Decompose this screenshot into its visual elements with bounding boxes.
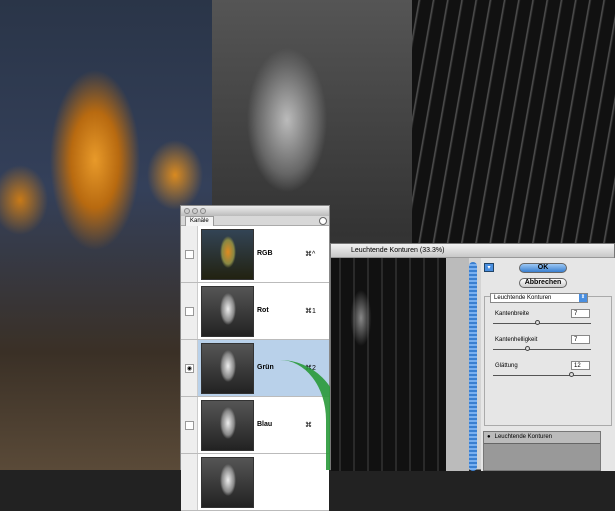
channel-name: Rot xyxy=(257,307,269,314)
filter-param: Kantenhelligkeit 7 xyxy=(493,335,591,355)
channel-thumbnail xyxy=(201,400,254,451)
param-slider-handle[interactable] xyxy=(535,320,541,325)
param-value-input[interactable]: 12 xyxy=(571,361,590,370)
filter-select[interactable]: Leuchtende Konturen ⇕ xyxy=(490,293,588,303)
filter-param: Glättung 12 xyxy=(493,361,591,381)
eye-icon[interactable]: ● xyxy=(487,434,491,441)
channel-name: Blau xyxy=(257,421,273,428)
param-label: Glättung xyxy=(495,363,518,369)
visibility-toggle[interactable] xyxy=(181,397,198,453)
param-slider-handle[interactable] xyxy=(525,346,531,351)
minimize-icon[interactable] xyxy=(192,208,198,214)
tab-channels[interactable]: Kanäle xyxy=(185,216,214,226)
channel-thumbnail xyxy=(201,343,254,394)
filter-param: Kantenbreite 7 xyxy=(493,309,591,329)
channel-shortcut: ⌘1 xyxy=(305,308,316,315)
scrollbar[interactable] xyxy=(469,262,477,471)
panel-menu-icon[interactable] xyxy=(319,217,327,225)
channel-thumbnail xyxy=(201,286,254,337)
channel-name: Grün xyxy=(257,364,274,371)
channel-row[interactable]: Rot ⌘1 xyxy=(181,283,329,340)
chevron-updown-icon: ⇕ xyxy=(579,294,587,302)
collapse-icon[interactable]: ▾ xyxy=(484,263,494,272)
effect-layers-list: ● Leuchtende Konturen xyxy=(483,431,601,471)
zoom-icon[interactable] xyxy=(200,208,206,214)
param-label: Kantenhelligkeit xyxy=(495,337,538,343)
eye-icon: ◉ xyxy=(185,364,194,373)
visibility-toggle[interactable] xyxy=(181,226,198,282)
close-icon[interactable] xyxy=(184,208,190,214)
panel-titlebar[interactable] xyxy=(181,206,329,216)
checkbox-icon xyxy=(185,307,194,316)
ok-button[interactable]: OK xyxy=(519,263,567,273)
channel-name: RGB xyxy=(257,250,273,257)
cancel-button[interactable]: Abbrechen xyxy=(519,278,567,288)
effect-layer[interactable]: ● Leuchtende Konturen xyxy=(484,432,600,444)
checkbox-icon xyxy=(185,250,194,259)
channel-row[interactable]: RGB ⌘^ xyxy=(181,226,329,283)
filter-preview[interactable] xyxy=(331,258,446,471)
dialog-title: Leuchtende Konturen (33.3%) xyxy=(331,244,614,258)
param-slider-track[interactable] xyxy=(493,349,591,350)
param-slider-handle[interactable] xyxy=(569,372,575,377)
filter-dialog: Leuchtende Konturen (33.3%) ▾ OK Abbrech… xyxy=(330,243,615,471)
channel-shortcut: ⌘^ xyxy=(305,251,316,258)
visibility-toggle[interactable]: ◉ xyxy=(181,340,198,396)
param-value-input[interactable]: 7 xyxy=(571,335,590,344)
visibility-toggle[interactable] xyxy=(181,283,198,339)
channel-thumbnail xyxy=(201,457,254,508)
param-label: Kantenbreite xyxy=(495,311,530,317)
param-value-input[interactable]: 7 xyxy=(571,309,590,318)
param-slider-track[interactable] xyxy=(493,375,591,376)
channel-thumbnail xyxy=(201,229,254,280)
checkbox-icon xyxy=(185,421,194,430)
param-slider-track[interactable] xyxy=(493,323,591,324)
